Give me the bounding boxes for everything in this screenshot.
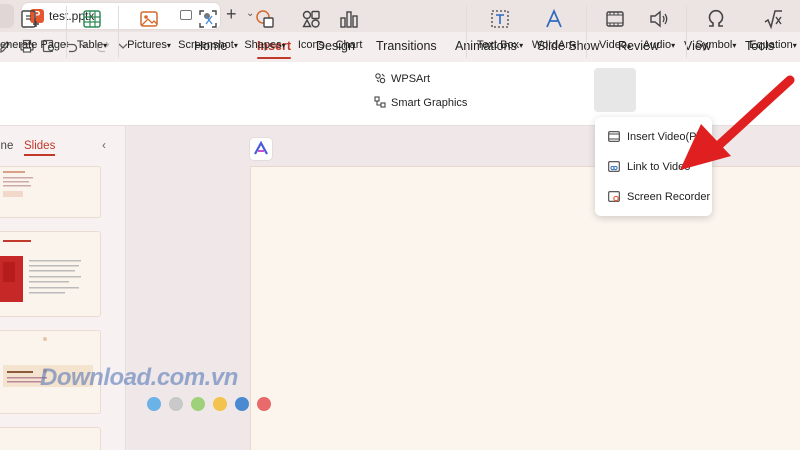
chart-button[interactable]: Chart	[334, 6, 364, 58]
screen-recorder-icon	[608, 191, 620, 202]
wpsart-icon	[375, 73, 386, 84]
insert-video-label: Insert Video(P)	[627, 131, 701, 143]
icons-icon	[302, 10, 320, 28]
insert-video-icon	[608, 131, 620, 142]
slide-thumbnail[interactable]	[0, 231, 101, 317]
shapes-button[interactable]: Shapes▾	[243, 6, 287, 58]
generate-page-icon	[21, 10, 39, 28]
pictures-button[interactable]: Pictures▾	[124, 6, 174, 58]
wordart-label: WordArt▾	[531, 39, 577, 51]
watermark-dot	[169, 397, 183, 411]
slide-thumbnail[interactable]	[0, 427, 101, 450]
menu-bar: Home Insert Design Transitions Animation…	[0, 32, 800, 62]
table-label: Table▾	[76, 39, 108, 51]
table-button[interactable]: Table▾	[72, 6, 112, 58]
ribbon-divider	[586, 6, 587, 58]
link-to-video-label: Link to Video	[627, 161, 691, 173]
tab-slides[interactable]: Slides	[24, 140, 56, 156]
table-icon	[83, 10, 101, 28]
wordart-icon	[546, 8, 562, 28]
generate-page-label: enerate Page	[0, 39, 67, 51]
equation-label: Equation▾	[749, 39, 797, 51]
chart-icon	[340, 11, 358, 28]
text-box-button[interactable]: Text Box▾	[474, 6, 526, 58]
audio-label: Audio▾	[642, 39, 676, 51]
text-box-label: Text Box▾	[476, 39, 524, 51]
equation-icon	[764, 10, 782, 30]
omega-symbol-icon	[708, 10, 724, 27]
ribbon-divider	[66, 6, 67, 58]
video-button[interactable]: Video▴	[594, 6, 636, 58]
slide-thumbnail-preview	[0, 240, 81, 302]
text-box-icon	[491, 10, 509, 28]
slide-thumbnail[interactable]	[0, 166, 101, 218]
video-label: Video▴	[599, 39, 631, 51]
audio-button[interactable]: Audio▾	[640, 6, 678, 58]
watermark-dot	[257, 397, 271, 411]
ribbon-divider	[466, 6, 467, 58]
slide-navigation-panel: ine Slides ‹	[0, 126, 126, 450]
insert-video-item[interactable]: Insert Video(P)	[595, 123, 712, 151]
pictures-icon	[140, 11, 158, 27]
watermark-dot	[213, 397, 227, 411]
slide-canvas[interactable]	[250, 166, 800, 450]
tab-outline[interactable]: ine	[0, 140, 13, 152]
icons-button[interactable]: Icons	[294, 6, 328, 58]
ai-assistant-button[interactable]	[250, 138, 272, 160]
ribbon-divider	[118, 6, 119, 58]
ai-assistant-icon	[254, 140, 268, 155]
generate-page-button[interactable]: enerate Page	[0, 6, 67, 58]
watermark-logo: Download.com.vn	[40, 364, 238, 391]
shapes-label: Shapes▾	[244, 39, 286, 51]
wpsart-button[interactable]: WPSArt	[374, 72, 430, 90]
screenshot-label: Screenshot▾	[178, 39, 238, 51]
symbol-button[interactable]: Symbol▾	[694, 6, 738, 58]
screenshot-icon	[199, 10, 217, 28]
screen-recorder-item[interactable]: Screen Recorder	[595, 183, 712, 211]
pictures-label: Pictures▾	[127, 39, 171, 51]
watermark-dot	[191, 397, 205, 411]
smart-graphics-button[interactable]: Smart Graphics	[374, 96, 467, 114]
screenshot-button[interactable]: Screenshot▾	[177, 6, 239, 58]
symbol-label: Symbol▾	[695, 39, 737, 51]
link-to-video-item[interactable]: Link to Video	[595, 153, 712, 181]
ribbon-divider	[686, 6, 687, 58]
watermark-dot	[235, 397, 249, 411]
screen-recorder-label: Screen Recorder	[627, 191, 711, 203]
video-dropdown-menu: Insert Video(P) Link to Video Screen Rec…	[595, 117, 712, 216]
video-button-highlight	[594, 68, 636, 112]
slide-thumbnail-preview	[3, 171, 33, 197]
icons-label: Icons	[297, 39, 325, 51]
wordart-button[interactable]: WordArt▾	[529, 6, 579, 58]
watermark-dot	[147, 397, 161, 411]
title-bar: P test.pptx + ⌄	[0, 0, 800, 32]
collapse-panel-chevron-icon[interactable]: ‹	[102, 138, 106, 152]
video-icon	[606, 11, 624, 27]
link-video-icon	[608, 161, 620, 172]
chart-label: Chart	[335, 39, 363, 51]
shapes-icon	[256, 10, 274, 28]
audio-icon	[650, 10, 668, 28]
equation-button[interactable]: Equation▾	[744, 6, 800, 58]
tab-transitions[interactable]: Transitions	[376, 39, 437, 53]
smart-graphics-icon	[374, 96, 386, 108]
